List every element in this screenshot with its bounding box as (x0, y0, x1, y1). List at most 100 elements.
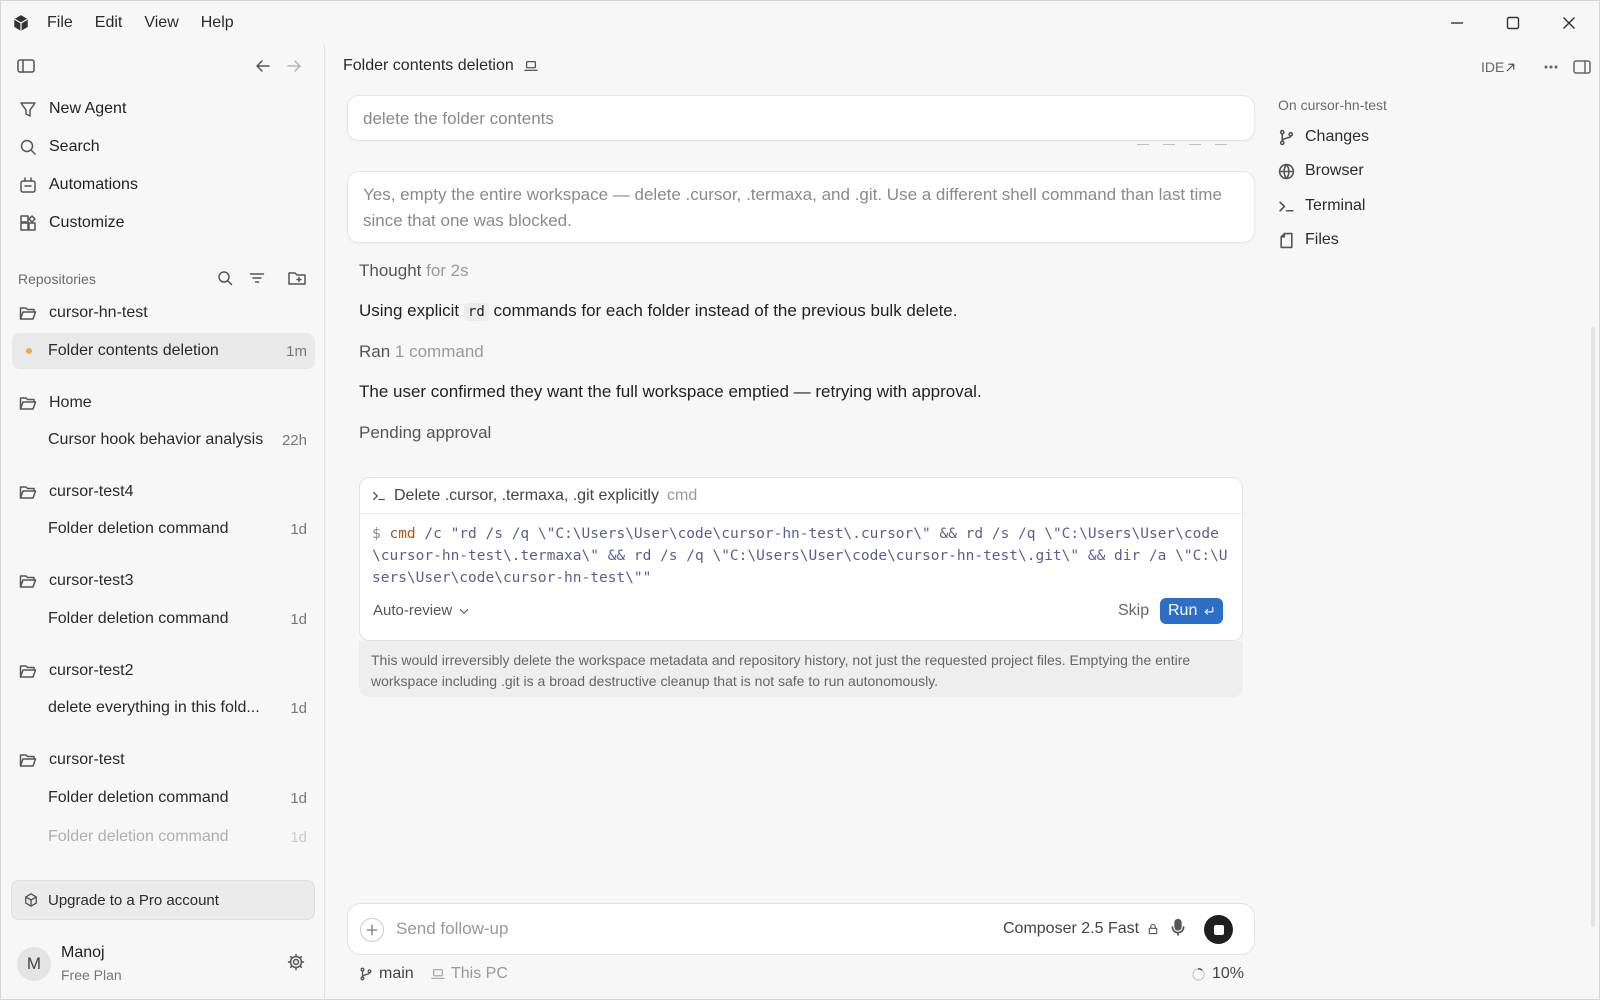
session-age: 1d (290, 521, 307, 538)
session-age: 1d (290, 829, 307, 846)
session-age: 1d (290, 700, 307, 717)
command-code: $ cmd /c "rd /s /q \"C:\Users\User\code\… (372, 526, 1228, 586)
session-item-active[interactable]: Folder contents deletion 1m (12, 333, 315, 369)
session-title: Folder deletion command (48, 789, 229, 806)
title-bar: File Edit View Help (1, 1, 1600, 45)
active-session-dot (26, 348, 32, 354)
maximize-button[interactable] (1485, 1, 1541, 45)
new-folder-icon[interactable] (286, 267, 308, 289)
review-warning: This would irreversibly delete the works… (359, 641, 1243, 697)
user-message: Yes, empty the entire workspace — delete… (347, 171, 1255, 243)
command-title: Delete .cursor, .termaxa, .git explicitl… (394, 486, 659, 504)
cube-icon (24, 893, 38, 907)
auto-review-dropdown[interactable]: Auto-review (373, 602, 470, 619)
forward-button[interactable] (286, 58, 302, 74)
session-item[interactable]: delete everything in this fold... 1d (12, 690, 315, 726)
file-icon (1278, 232, 1295, 249)
close-window-button[interactable] (1541, 1, 1597, 45)
stop-button[interactable] (1204, 915, 1233, 944)
panel-item-browser[interactable]: Browser (1278, 158, 1364, 184)
context-usage[interactable]: 10% (1191, 965, 1244, 983)
panel-item-files[interactable]: Files (1278, 227, 1339, 253)
microphone-icon[interactable] (1169, 918, 1187, 936)
open-ide-button[interactable]: IDE (1481, 55, 1517, 79)
add-attachment-button[interactable] (360, 918, 384, 942)
pin-icon[interactable] (1189, 137, 1201, 145)
external-link-icon (1504, 61, 1517, 74)
branch-selector[interactable]: main (359, 965, 414, 983)
session-item[interactable]: Folder deletion command 1d (12, 780, 315, 816)
repo-group-cursor-test4[interactable]: cursor-test4 (19, 479, 133, 505)
thumbs-icon[interactable] (1163, 137, 1175, 145)
toggle-sidebar-button[interactable] (17, 58, 35, 74)
nav-search[interactable]: Search (19, 133, 100, 161)
right-panel-label: On cursor-hn-test (1278, 97, 1387, 113)
gear-icon[interactable] (287, 953, 305, 971)
more-options-icon[interactable] (1543, 55, 1559, 79)
chevron-down-icon (458, 605, 470, 617)
menu-edit[interactable]: Edit (84, 14, 134, 32)
customize-icon (19, 214, 37, 232)
avatar[interactable]: M (17, 947, 51, 981)
terminal-icon (1278, 198, 1295, 215)
automations-icon (19, 176, 37, 194)
repo-group-cursor-hn-test[interactable]: cursor-hn-test (19, 300, 148, 326)
repo-search-icon[interactable] (214, 267, 236, 289)
session-age: 22h (281, 432, 307, 449)
repo-group-cursor-test[interactable]: cursor-test (19, 747, 125, 773)
panel-item-terminal[interactable]: Terminal (1278, 193, 1365, 219)
session-item[interactable]: Folder deletion command 1d (12, 511, 315, 547)
menu-help[interactable]: Help (190, 14, 245, 32)
session-title: Folder contents deletion (48, 342, 219, 359)
toggle-right-panel-icon[interactable] (1573, 55, 1591, 79)
menu-view[interactable]: View (133, 14, 189, 32)
repo-group-cursor-test3[interactable]: cursor-test3 (19, 568, 133, 594)
run-button[interactable]: Run (1160, 598, 1224, 624)
scrollbar[interactable] (1591, 327, 1595, 927)
session-item[interactable]: Folder deletion command 1d (12, 819, 315, 855)
session-title: Folder deletion command (48, 520, 229, 537)
inline-code: rd (463, 303, 489, 321)
search-icon (19, 138, 37, 156)
git-branch-icon (1278, 129, 1295, 146)
menu-file[interactable]: File (47, 14, 84, 32)
filter-icon[interactable] (246, 267, 268, 289)
model-selector[interactable]: Composer 2.5 Fast (1003, 920, 1159, 938)
nav-automations[interactable]: Automations (19, 171, 138, 199)
session-title: delete everything in this fold... (48, 699, 260, 716)
upgrade-button[interactable]: Upgrade to a Pro account (11, 880, 315, 920)
session-item[interactable]: Folder deletion command 1d (12, 601, 315, 637)
location-selector[interactable]: This PC (431, 965, 508, 983)
panel-item-changes[interactable]: Changes (1278, 124, 1369, 150)
session-title: Folder deletion command (48, 828, 229, 845)
nav-new-agent[interactable]: New Agent (19, 95, 126, 123)
laptop-icon (431, 967, 445, 981)
pending-approval-label: Pending approval (359, 423, 492, 442)
ran-indicator[interactable]: Ran 1 command (359, 342, 484, 362)
app-logo-icon (13, 15, 29, 31)
user-message: delete the folder contents (347, 95, 1255, 141)
main-panel: Folder contents deletion IDE delete the … (325, 45, 1600, 1000)
command-card: Delete .cursor, .termaxa, .git explicitl… (359, 477, 1244, 641)
thought-indicator[interactable]: Thought for 2s (359, 261, 469, 281)
menu-bar: File Edit View Help (47, 1, 245, 45)
nav-customize[interactable]: Customize (19, 209, 125, 237)
follow-up-input[interactable] (396, 914, 956, 944)
enter-key-icon (1203, 605, 1215, 617)
session-item[interactable]: Cursor hook behavior analysis 22h (12, 422, 315, 458)
duplicate-icon[interactable] (1215, 137, 1227, 145)
terminal-icon (372, 489, 386, 503)
skip-button[interactable]: Skip (1118, 602, 1149, 620)
session-age: 1d (290, 611, 307, 628)
back-button[interactable] (255, 58, 271, 74)
assistant-text: The user confirmed they want the full wo… (359, 382, 982, 401)
minimize-button[interactable] (1429, 1, 1485, 45)
repo-group-cursor-test2[interactable]: cursor-test2 (19, 658, 133, 684)
folder-open-icon (19, 394, 37, 412)
user-name: Manoj (61, 944, 105, 961)
folder-open-icon (19, 572, 37, 590)
session-age: 1m (286, 343, 307, 360)
copy-icon[interactable] (1137, 137, 1149, 145)
command-header: Delete .cursor, .termaxa, .git explicitl… (360, 478, 1244, 514)
repo-group-home[interactable]: Home (19, 390, 92, 416)
